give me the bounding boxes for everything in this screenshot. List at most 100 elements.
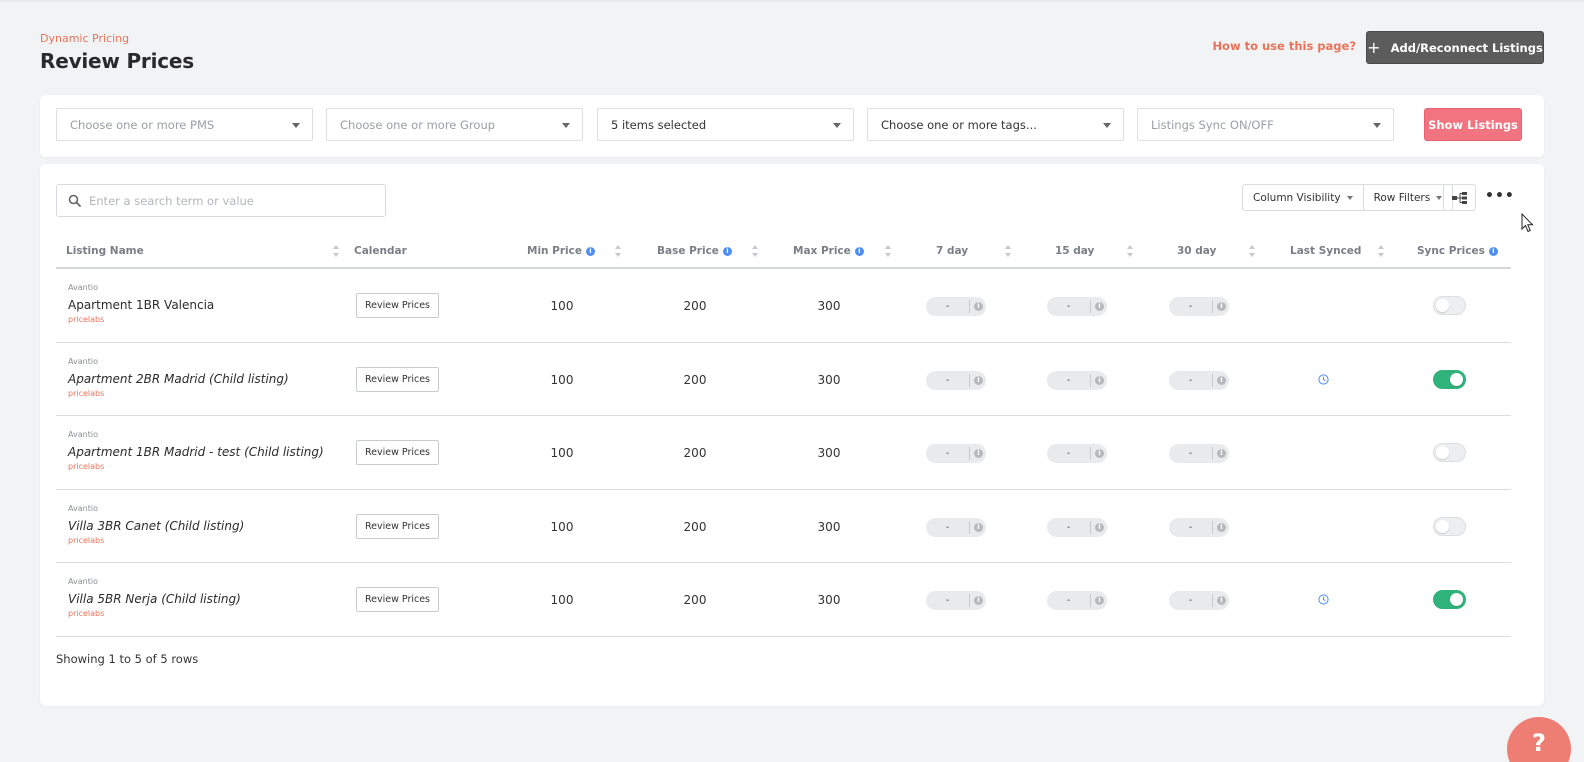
- info-icon[interactable]: i: [974, 449, 983, 458]
- info-icon[interactable]: i: [974, 522, 983, 532]
- sort-icon[interactable]: [1127, 245, 1134, 257]
- listing-name[interactable]: Villa 5BR Nerja (Child listing): [68, 592, 241, 606]
- sync-prices-toggle[interactable]: [1433, 369, 1466, 389]
- info-icon[interactable]: i: [1095, 449, 1104, 458]
- info-icon[interactable]: i: [974, 302, 983, 311]
- sort-icon[interactable]: [1005, 245, 1012, 257]
- col-base-price-label: Base Price: [657, 245, 719, 257]
- info-icon[interactable]: i: [1217, 449, 1226, 458]
- occupancy-30-day: -i: [1169, 444, 1229, 463]
- sync-prices-toggle[interactable]: [1433, 296, 1466, 315]
- review-prices-button[interactable]: Review Prices: [356, 587, 439, 612]
- review-prices-button[interactable]: Review Prices: [356, 366, 439, 392]
- info-icon[interactable]: i: [1095, 302, 1104, 311]
- min-price-value[interactable]: 100: [532, 593, 592, 607]
- info-icon[interactable]: i: [722, 246, 732, 256]
- base-price-value[interactable]: 200: [665, 373, 725, 387]
- base-price-value[interactable]: 200: [665, 299, 725, 313]
- show-listings-button[interactable]: Show Listings: [1424, 108, 1522, 141]
- info-icon[interactable]: i: [974, 596, 983, 605]
- review-prices-button[interactable]: Review Prices: [356, 293, 439, 318]
- info-icon[interactable]: i: [1488, 246, 1498, 256]
- search-box[interactable]: [56, 184, 386, 217]
- help-button[interactable]: ?: [1507, 717, 1571, 762]
- review-prices-button[interactable]: Review Prices: [356, 513, 439, 539]
- table-row: Avantio Villa 3BR Canet (Child listing) …: [56, 490, 1511, 563]
- info-icon[interactable]: i: [1095, 375, 1104, 385]
- sort-icon[interactable]: [615, 245, 622, 257]
- sort-icon[interactable]: [333, 245, 340, 257]
- base-price-value[interactable]: 200: [665, 520, 725, 534]
- clock-icon[interactable]: [1318, 594, 1329, 605]
- occupancy-value: -: [945, 448, 950, 459]
- sync-prices-toggle[interactable]: [1433, 516, 1466, 536]
- breadcrumb[interactable]: Dynamic Pricing: [40, 32, 129, 45]
- group-select[interactable]: Choose one or more Group: [326, 108, 583, 141]
- add-reconnect-listings-button[interactable]: + Add/Reconnect Listings: [1366, 31, 1544, 64]
- add-reconnect-label: Add/Reconnect Listings: [1390, 40, 1543, 55]
- occupancy-value: -: [1188, 448, 1193, 459]
- sort-icon[interactable]: [1378, 245, 1385, 257]
- info-icon[interactable]: i: [974, 375, 983, 385]
- min-price-value[interactable]: 100: [532, 446, 592, 460]
- sort-icon[interactable]: [1249, 245, 1256, 257]
- max-price-value[interactable]: 300: [799, 373, 859, 387]
- occupancy-15-day: -i: [1047, 370, 1107, 390]
- info-icon[interactable]: i: [1095, 522, 1104, 532]
- col-max-price[interactable]: Max Price i: [793, 245, 864, 257]
- col-min-price[interactable]: Min Price i: [527, 245, 595, 257]
- col-15-day[interactable]: 15 day: [1055, 245, 1094, 257]
- occupancy-7-day: -i: [926, 444, 986, 463]
- base-price-value[interactable]: 200: [665, 446, 725, 460]
- listings-select[interactable]: 5 items selected: [597, 108, 854, 141]
- listing-source: pricelabs: [68, 388, 105, 398]
- chevron-down-icon: [292, 123, 300, 128]
- max-price-value[interactable]: 300: [799, 299, 859, 313]
- occupancy-15-day: -i: [1047, 591, 1107, 610]
- occupancy-value: -: [945, 595, 950, 606]
- info-icon[interactable]: i: [854, 246, 864, 256]
- sort-icon[interactable]: [752, 245, 759, 257]
- info-icon[interactable]: i: [1217, 302, 1226, 311]
- listing-name[interactable]: Villa 3BR Canet (Child listing): [68, 519, 244, 533]
- info-icon[interactable]: i: [1217, 375, 1226, 385]
- sort-icon[interactable]: [885, 245, 892, 257]
- max-price-value[interactable]: 300: [799, 520, 859, 534]
- tags-select[interactable]: Choose one or more tags...: [867, 108, 1124, 141]
- top-divider: [0, 0, 1584, 2]
- listing-name[interactable]: Apartment 2BR Madrid (Child listing): [68, 372, 289, 386]
- sync-select[interactable]: Listings Sync ON/OFF: [1137, 108, 1394, 141]
- col-7-day[interactable]: 7 day: [936, 245, 968, 257]
- search-input[interactable]: [89, 193, 374, 208]
- info-icon[interactable]: i: [1217, 522, 1226, 532]
- info-icon[interactable]: i: [1095, 596, 1104, 605]
- pms-select[interactable]: Choose one or more PMS: [56, 108, 313, 141]
- min-price-value[interactable]: 100: [532, 373, 592, 387]
- base-price-value[interactable]: 200: [665, 593, 725, 607]
- row-filters-label: Row Filters: [1373, 191, 1431, 204]
- col-sync-prices-label: Sync Prices: [1417, 245, 1485, 257]
- row-filters-button[interactable]: Row Filters: [1363, 184, 1454, 211]
- how-to-use-link[interactable]: How to use this page?: [1212, 39, 1356, 53]
- max-price-value[interactable]: 300: [799, 593, 859, 607]
- hierarchy-view-button[interactable]: [1443, 184, 1476, 211]
- occupancy-value: -: [945, 374, 950, 386]
- sync-prices-toggle[interactable]: [1433, 590, 1466, 609]
- col-last-synced[interactable]: Last Synced: [1290, 245, 1361, 257]
- listing-name[interactable]: Apartment 1BR Valencia: [68, 298, 214, 312]
- listing-name[interactable]: Apartment 1BR Madrid - test (Child listi…: [68, 445, 324, 459]
- review-prices-button[interactable]: Review Prices: [356, 440, 439, 465]
- col-base-price[interactable]: Base Price i: [657, 245, 732, 257]
- clock-icon[interactable]: [1318, 373, 1329, 385]
- min-price-value[interactable]: 100: [532, 520, 592, 534]
- info-icon[interactable]: i: [586, 246, 595, 256]
- col-listing-name[interactable]: Listing Name: [66, 245, 144, 257]
- column-visibility-button[interactable]: Column Visibility: [1242, 184, 1364, 211]
- more-options-button[interactable]: •••: [1485, 188, 1515, 204]
- page-header: Dynamic Pricing Review Prices How to use…: [40, 30, 1544, 80]
- col-30-day[interactable]: 30 day: [1177, 245, 1216, 257]
- max-price-value[interactable]: 300: [799, 446, 859, 460]
- info-icon[interactable]: i: [1217, 596, 1226, 605]
- sync-prices-toggle[interactable]: [1433, 443, 1466, 462]
- min-price-value[interactable]: 100: [532, 299, 592, 313]
